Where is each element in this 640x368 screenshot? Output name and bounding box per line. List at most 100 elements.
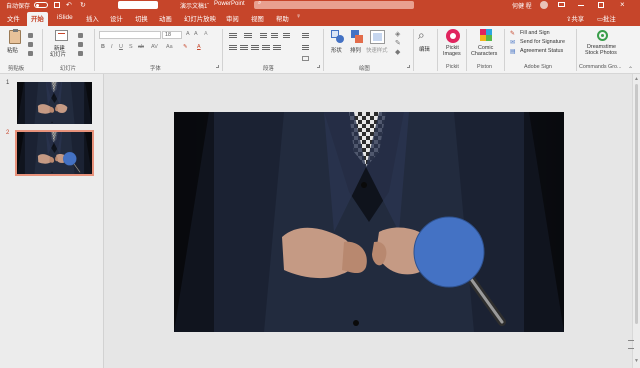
redo-icon[interactable]: ↻	[80, 1, 86, 9]
tab-insert[interactable]: 插入	[86, 14, 99, 23]
find-icon[interactable]: ⌕	[418, 28, 432, 42]
bold-icon[interactable]: B	[101, 44, 105, 50]
increase-indent-icon[interactable]	[271, 33, 278, 39]
send-signature-icon[interactable]: ✉	[510, 39, 515, 46]
font-color-icon[interactable]: A	[197, 44, 201, 50]
font-size-field[interactable]: 18	[162, 31, 182, 39]
pickit-icon[interactable]	[446, 29, 460, 43]
highlight-icon[interactable]: ✎	[183, 44, 188, 50]
lightbulb-icon[interactable]: ♀	[296, 13, 301, 20]
slide-thumbnail-2-frame[interactable]	[15, 130, 94, 176]
tab-islide[interactable]: iSlide	[57, 14, 73, 21]
tab-design[interactable]: 设计	[110, 14, 123, 23]
shrink-font-icon[interactable]: A	[194, 31, 198, 37]
strike-icon[interactable]: ab	[138, 44, 144, 50]
quick-styles-icon[interactable]	[370, 30, 385, 44]
smartart-icon[interactable]	[302, 56, 309, 61]
quick-access-box[interactable]	[118, 1, 158, 9]
arrange-label[interactable]: 排列	[350, 46, 361, 54]
tab-transitions[interactable]: 切换	[135, 14, 148, 23]
layout-icon[interactable]	[78, 33, 83, 38]
quick-styles-label[interactable]: 快速样式	[366, 46, 388, 54]
ribbon-display-icon[interactable]	[558, 2, 565, 7]
columns-icon[interactable]	[273, 45, 281, 51]
format-painter-icon[interactable]	[28, 51, 33, 56]
comic-icon[interactable]	[480, 29, 492, 43]
separator	[437, 29, 438, 71]
ribbon: 粘贴 剪贴板 新建 幻灯片 幻灯片 18 A A A B I U S ab AV…	[0, 26, 640, 74]
tab-home[interactable]: 开始	[27, 12, 48, 26]
autosave-toggle[interactable]	[34, 2, 48, 8]
current-slide[interactable]	[174, 112, 564, 332]
shape-label[interactable]: 形状	[331, 46, 342, 54]
arrange-icon[interactable]	[351, 30, 364, 44]
tab-slideshow[interactable]: 幻灯片放映	[184, 14, 216, 23]
dreamstime-icon[interactable]	[597, 30, 608, 41]
shape-fill-icon[interactable]: ◈	[395, 30, 400, 38]
cut-icon[interactable]	[28, 33, 33, 38]
avatar[interactable]	[540, 1, 548, 9]
italic-icon[interactable]: I	[111, 44, 113, 50]
align-text-icon[interactable]	[302, 45, 309, 51]
shape-effects-icon[interactable]: ◆	[395, 48, 400, 56]
maximize-icon[interactable]	[598, 2, 604, 8]
text-direction-icon[interactable]	[302, 33, 309, 39]
agreement-status-label[interactable]: Agreement Status	[520, 48, 563, 54]
close-icon[interactable]: ×	[620, 0, 625, 9]
tab-review[interactable]: 审阅	[226, 14, 239, 23]
paste-label[interactable]: 粘贴	[7, 46, 18, 54]
copy-icon[interactable]	[28, 42, 33, 47]
shape-outline-icon[interactable]: ✎	[395, 39, 401, 47]
new-slide-label-2[interactable]: 幻灯片	[50, 50, 66, 58]
font-dialog-icon[interactable]	[216, 65, 219, 68]
shape-icon[interactable]	[331, 30, 345, 44]
scroll-thumb[interactable]	[635, 84, 638, 324]
tab-view[interactable]: 视图	[251, 14, 264, 23]
clear-format-icon[interactable]: A	[204, 31, 208, 37]
thumb-photo-magnifier	[17, 132, 92, 174]
share-button[interactable]: ⇪共享	[566, 14, 584, 23]
send-signature-label[interactable]: Send for Signature	[520, 39, 565, 45]
pickit-label-2[interactable]: Images	[443, 51, 461, 57]
spacing-icon[interactable]: AV	[151, 44, 158, 50]
tab-help[interactable]: 帮助	[276, 14, 289, 23]
dreamstime-label-2[interactable]: Stock Photos	[585, 50, 617, 56]
save-icon[interactable]	[54, 2, 60, 8]
section-icon[interactable]	[78, 51, 83, 56]
comic-label-2[interactable]: Characters	[471, 51, 497, 57]
numbering-icon[interactable]	[244, 33, 252, 39]
new-slide-icon[interactable]	[55, 30, 68, 41]
align-right-icon[interactable]	[251, 45, 259, 51]
slide-thumbnail-1[interactable]	[17, 82, 92, 124]
search-box[interactable]: ⌕	[254, 0, 414, 9]
grow-font-icon[interactable]: A	[186, 31, 190, 37]
align-left-icon[interactable]	[229, 45, 237, 51]
scroll-up-icon[interactable]: ▲	[634, 76, 639, 82]
vertical-scrollbar[interactable]: ▲ ▼	[632, 74, 640, 368]
comments-button[interactable]: ▭批注	[597, 14, 616, 23]
reset-icon[interactable]	[78, 42, 83, 47]
paragraph-dialog-icon[interactable]	[317, 65, 320, 68]
justify-icon[interactable]	[262, 45, 270, 51]
align-center-icon[interactable]	[240, 45, 248, 51]
shadow-icon[interactable]: S	[129, 44, 133, 50]
fill-sign-label[interactable]: Fill and Sign	[520, 30, 550, 36]
tab-file[interactable]: 文件	[7, 14, 20, 23]
font-name-field[interactable]	[99, 31, 161, 39]
underline-icon[interactable]: U	[119, 44, 123, 50]
minimize-icon[interactable]	[578, 5, 584, 6]
drawing-dialog-icon[interactable]	[407, 65, 410, 68]
scroll-down-icon[interactable]: ▼	[634, 358, 639, 364]
paste-icon[interactable]	[9, 29, 21, 44]
decrease-indent-icon[interactable]	[260, 33, 267, 39]
tab-animations[interactable]: 动画	[159, 14, 172, 23]
line-spacing-icon[interactable]	[283, 33, 290, 39]
case-icon[interactable]: Aa	[166, 44, 173, 50]
slide-thumbnail-2[interactable]	[17, 132, 92, 174]
bullets-icon[interactable]	[229, 33, 237, 39]
undo-icon[interactable]: ↶	[66, 1, 72, 9]
edit-label[interactable]: 编辑	[419, 45, 430, 53]
collapse-ribbon-icon[interactable]: ⌃	[628, 66, 633, 73]
agreement-status-icon[interactable]: ▤	[510, 48, 516, 55]
adobe-icon[interactable]: ✎	[510, 30, 515, 37]
